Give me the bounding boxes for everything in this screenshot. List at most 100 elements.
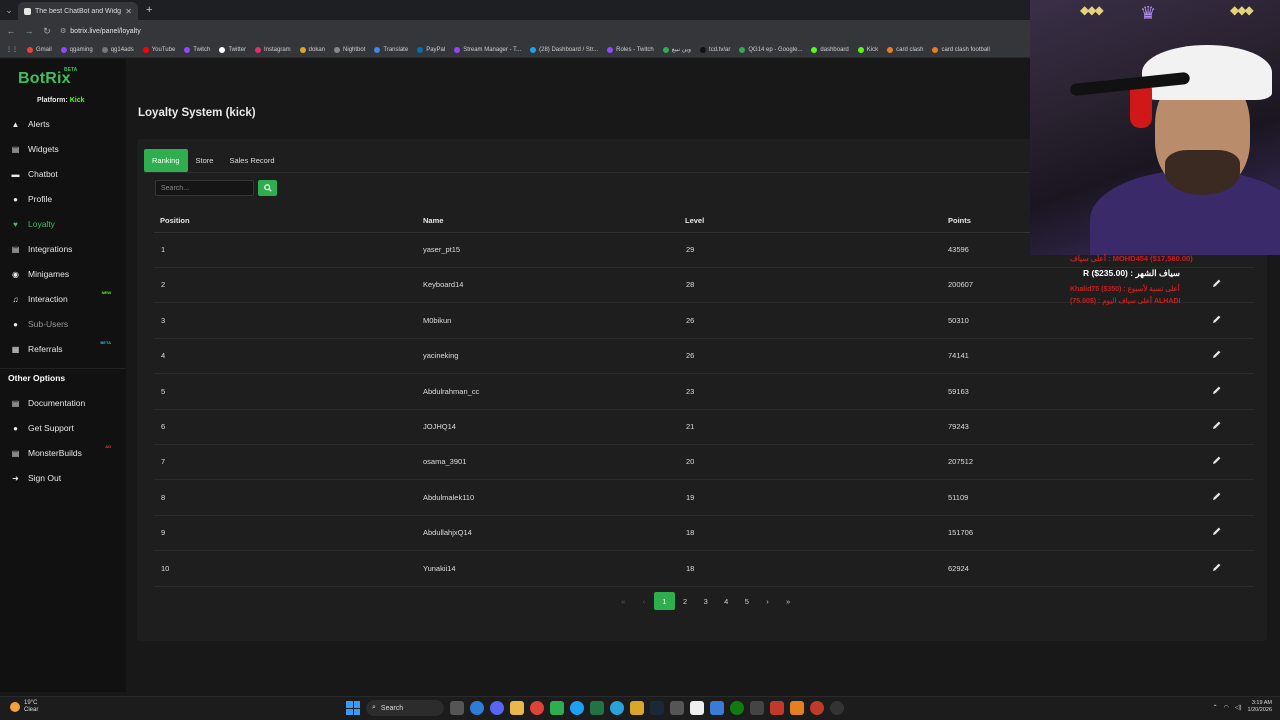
volume-icon[interactable]: ◁)	[1235, 704, 1242, 711]
cell-position: 2	[161, 280, 166, 290]
sidebar-item-integrations[interactable]: ▤ Integrations	[11, 242, 121, 256]
sidebar-item-sign-out[interactable]: ➜ Sign Out	[11, 471, 121, 485]
bookmark-item[interactable]: Stream Manager - T...	[454, 46, 521, 53]
bookmark-item[interactable]: Twitch	[184, 46, 210, 53]
sidebar-item-alerts[interactable]: ▲ Alerts	[11, 117, 121, 131]
app-icon[interactable]	[810, 701, 824, 715]
edit-pencil-icon[interactable]	[1212, 491, 1224, 503]
next-page-icon[interactable]: ›	[757, 592, 778, 610]
app-icon[interactable]	[550, 701, 564, 715]
sidebar-item-loyalty[interactable]: ♥ Loyalty	[11, 217, 121, 231]
page-1-button[interactable]: 1	[654, 592, 675, 610]
bookmark-item[interactable]: Translate	[374, 46, 408, 53]
sidebar-item-get-support[interactable]: ● Get Support	[11, 421, 121, 435]
search-input[interactable]	[155, 180, 254, 196]
chrome-icon[interactable]	[530, 701, 544, 715]
bookmark-item[interactable]: Roles - Twitch	[607, 46, 654, 53]
apps-grid-icon[interactable]: ⋮⋮	[6, 46, 18, 53]
bookmark-item[interactable]: PayPal	[417, 46, 445, 53]
col-name[interactable]: Name	[423, 216, 443, 225]
clock[interactable]: 3:19 AM 1/20/2026	[1248, 700, 1272, 714]
tab-sales-record[interactable]: Sales Record	[221, 149, 282, 172]
bookmark-item[interactable]: dokan	[299, 46, 325, 53]
app-icon[interactable]	[670, 701, 684, 715]
sidebar-item-interaction[interactable]: ♫ Interaction NEW	[11, 290, 121, 306]
bookmark-item[interactable]: Nightbot	[334, 46, 365, 53]
bookmark-item[interactable]: card clash	[887, 46, 923, 53]
bookmark-item[interactable]: Gmail	[27, 46, 52, 53]
bookmark-item[interactable]: وين نبيع	[662, 46, 691, 53]
bookmark-item[interactable]: card clash football	[932, 46, 990, 53]
app-icon[interactable]	[770, 701, 784, 715]
edit-pencil-icon[interactable]	[1212, 385, 1224, 397]
page-2-button[interactable]: 2	[675, 592, 696, 610]
telegram-icon[interactable]	[610, 701, 624, 715]
url-field[interactable]: ⚙ botrix.live/panel/loyalty	[60, 27, 141, 36]
bookmark-item[interactable]: tcd.tv/ar	[700, 46, 730, 53]
bookmark-item[interactable]: qgaming	[60, 46, 93, 53]
sidebar-item-profile[interactable]: ● Profile	[11, 192, 121, 206]
page-5-button[interactable]: 5	[737, 592, 758, 610]
cell-points: 50310	[948, 315, 969, 325]
weather-widget[interactable]: 19°C Clear	[10, 700, 38, 714]
bookmark-item[interactable]: QG14 ep - Google...	[739, 46, 802, 53]
edge-icon[interactable]	[570, 701, 584, 715]
edit-pencil-icon[interactable]	[1212, 420, 1224, 432]
bookmark-item[interactable]: Instagram	[254, 46, 291, 53]
app-icon[interactable]	[470, 701, 484, 715]
tray-chevron-icon[interactable]: ⌃	[1213, 704, 1218, 711]
sidebar-item-sub-users[interactable]: ● Sub-Users	[11, 317, 121, 331]
windows-start-icon[interactable]	[346, 701, 360, 715]
sidebar-item-referrals[interactable]: ▦ Referrals BETA	[11, 340, 121, 356]
discord-icon[interactable]	[490, 701, 504, 715]
edit-pencil-icon[interactable]	[1212, 314, 1224, 326]
edit-pencil-icon[interactable]	[1212, 455, 1224, 467]
tab-close-icon[interactable]: ✕	[125, 7, 132, 16]
search-button[interactable]	[258, 180, 277, 196]
forward-icon[interactable]: →	[24, 26, 34, 36]
col-level[interactable]: Level	[685, 216, 704, 225]
page-3-button[interactable]: 3	[695, 592, 716, 610]
tab-search-icon[interactable]: ⌄	[0, 5, 18, 16]
tab-ranking[interactable]: Ranking	[144, 149, 188, 172]
xbox-icon[interactable]	[730, 701, 744, 715]
back-icon[interactable]: ←	[6, 26, 16, 36]
reload-icon[interactable]: ↻	[42, 26, 52, 37]
bookmark-item[interactable]: YouTube	[142, 46, 175, 53]
edit-pencil-icon[interactable]	[1212, 526, 1224, 538]
app-icon[interactable]	[830, 701, 844, 715]
excel-icon[interactable]	[590, 701, 604, 715]
taskbar-search[interactable]: ⌕ Search	[366, 700, 444, 716]
notepad-icon[interactable]	[690, 701, 704, 715]
sidebar-item-documentation[interactable]: ▤ Documentation	[11, 396, 121, 410]
app-icon[interactable]	[710, 701, 724, 715]
app-icon[interactable]	[630, 701, 644, 715]
col-points[interactable]: Points	[948, 216, 971, 225]
bookmark-item[interactable]: Twitter	[219, 46, 246, 53]
sidebar-item-chatbot[interactable]: ▬ Chatbot	[11, 167, 121, 181]
app-icon[interactable]	[750, 701, 764, 715]
steam-icon[interactable]	[650, 701, 664, 715]
edit-pencil-icon[interactable]	[1212, 349, 1224, 361]
last-page-icon[interactable]: »	[778, 592, 799, 610]
edit-pencil-icon[interactable]	[1212, 562, 1224, 574]
botrix-logo[interactable]: BotRix	[18, 70, 71, 88]
bookmark-item[interactable]: (28) Dashboard / Str...	[530, 46, 598, 53]
sidebar-item-widgets[interactable]: ▤ Widgets	[11, 142, 121, 156]
file-explorer-icon[interactable]	[510, 701, 524, 715]
sidebar-item-minigames[interactable]: ◉ Minigames	[11, 267, 121, 281]
wifi-icon[interactable]: ◠	[1224, 704, 1229, 711]
app-icon[interactable]	[790, 701, 804, 715]
bookmark-item[interactable]: qg14ads	[101, 46, 134, 53]
bookmark-item[interactable]: Kick	[857, 46, 878, 53]
site-info-icon[interactable]: ⚙	[60, 27, 66, 35]
browser-tab[interactable]: The best ChatBot and Widgets ✕	[18, 2, 138, 20]
page-4-button[interactable]: 4	[716, 592, 737, 610]
bookmark-item[interactable]: dashboard	[811, 46, 849, 53]
edit-pencil-icon[interactable]	[1212, 278, 1224, 290]
col-position[interactable]: Position	[160, 216, 190, 225]
new-tab-icon[interactable]: +	[146, 4, 152, 16]
tab-store[interactable]: Store	[188, 149, 222, 172]
sidebar-item-monsterbuilds[interactable]: ▤ MonsterBuilds AD	[11, 444, 121, 460]
task-view-icon[interactable]	[450, 701, 464, 715]
